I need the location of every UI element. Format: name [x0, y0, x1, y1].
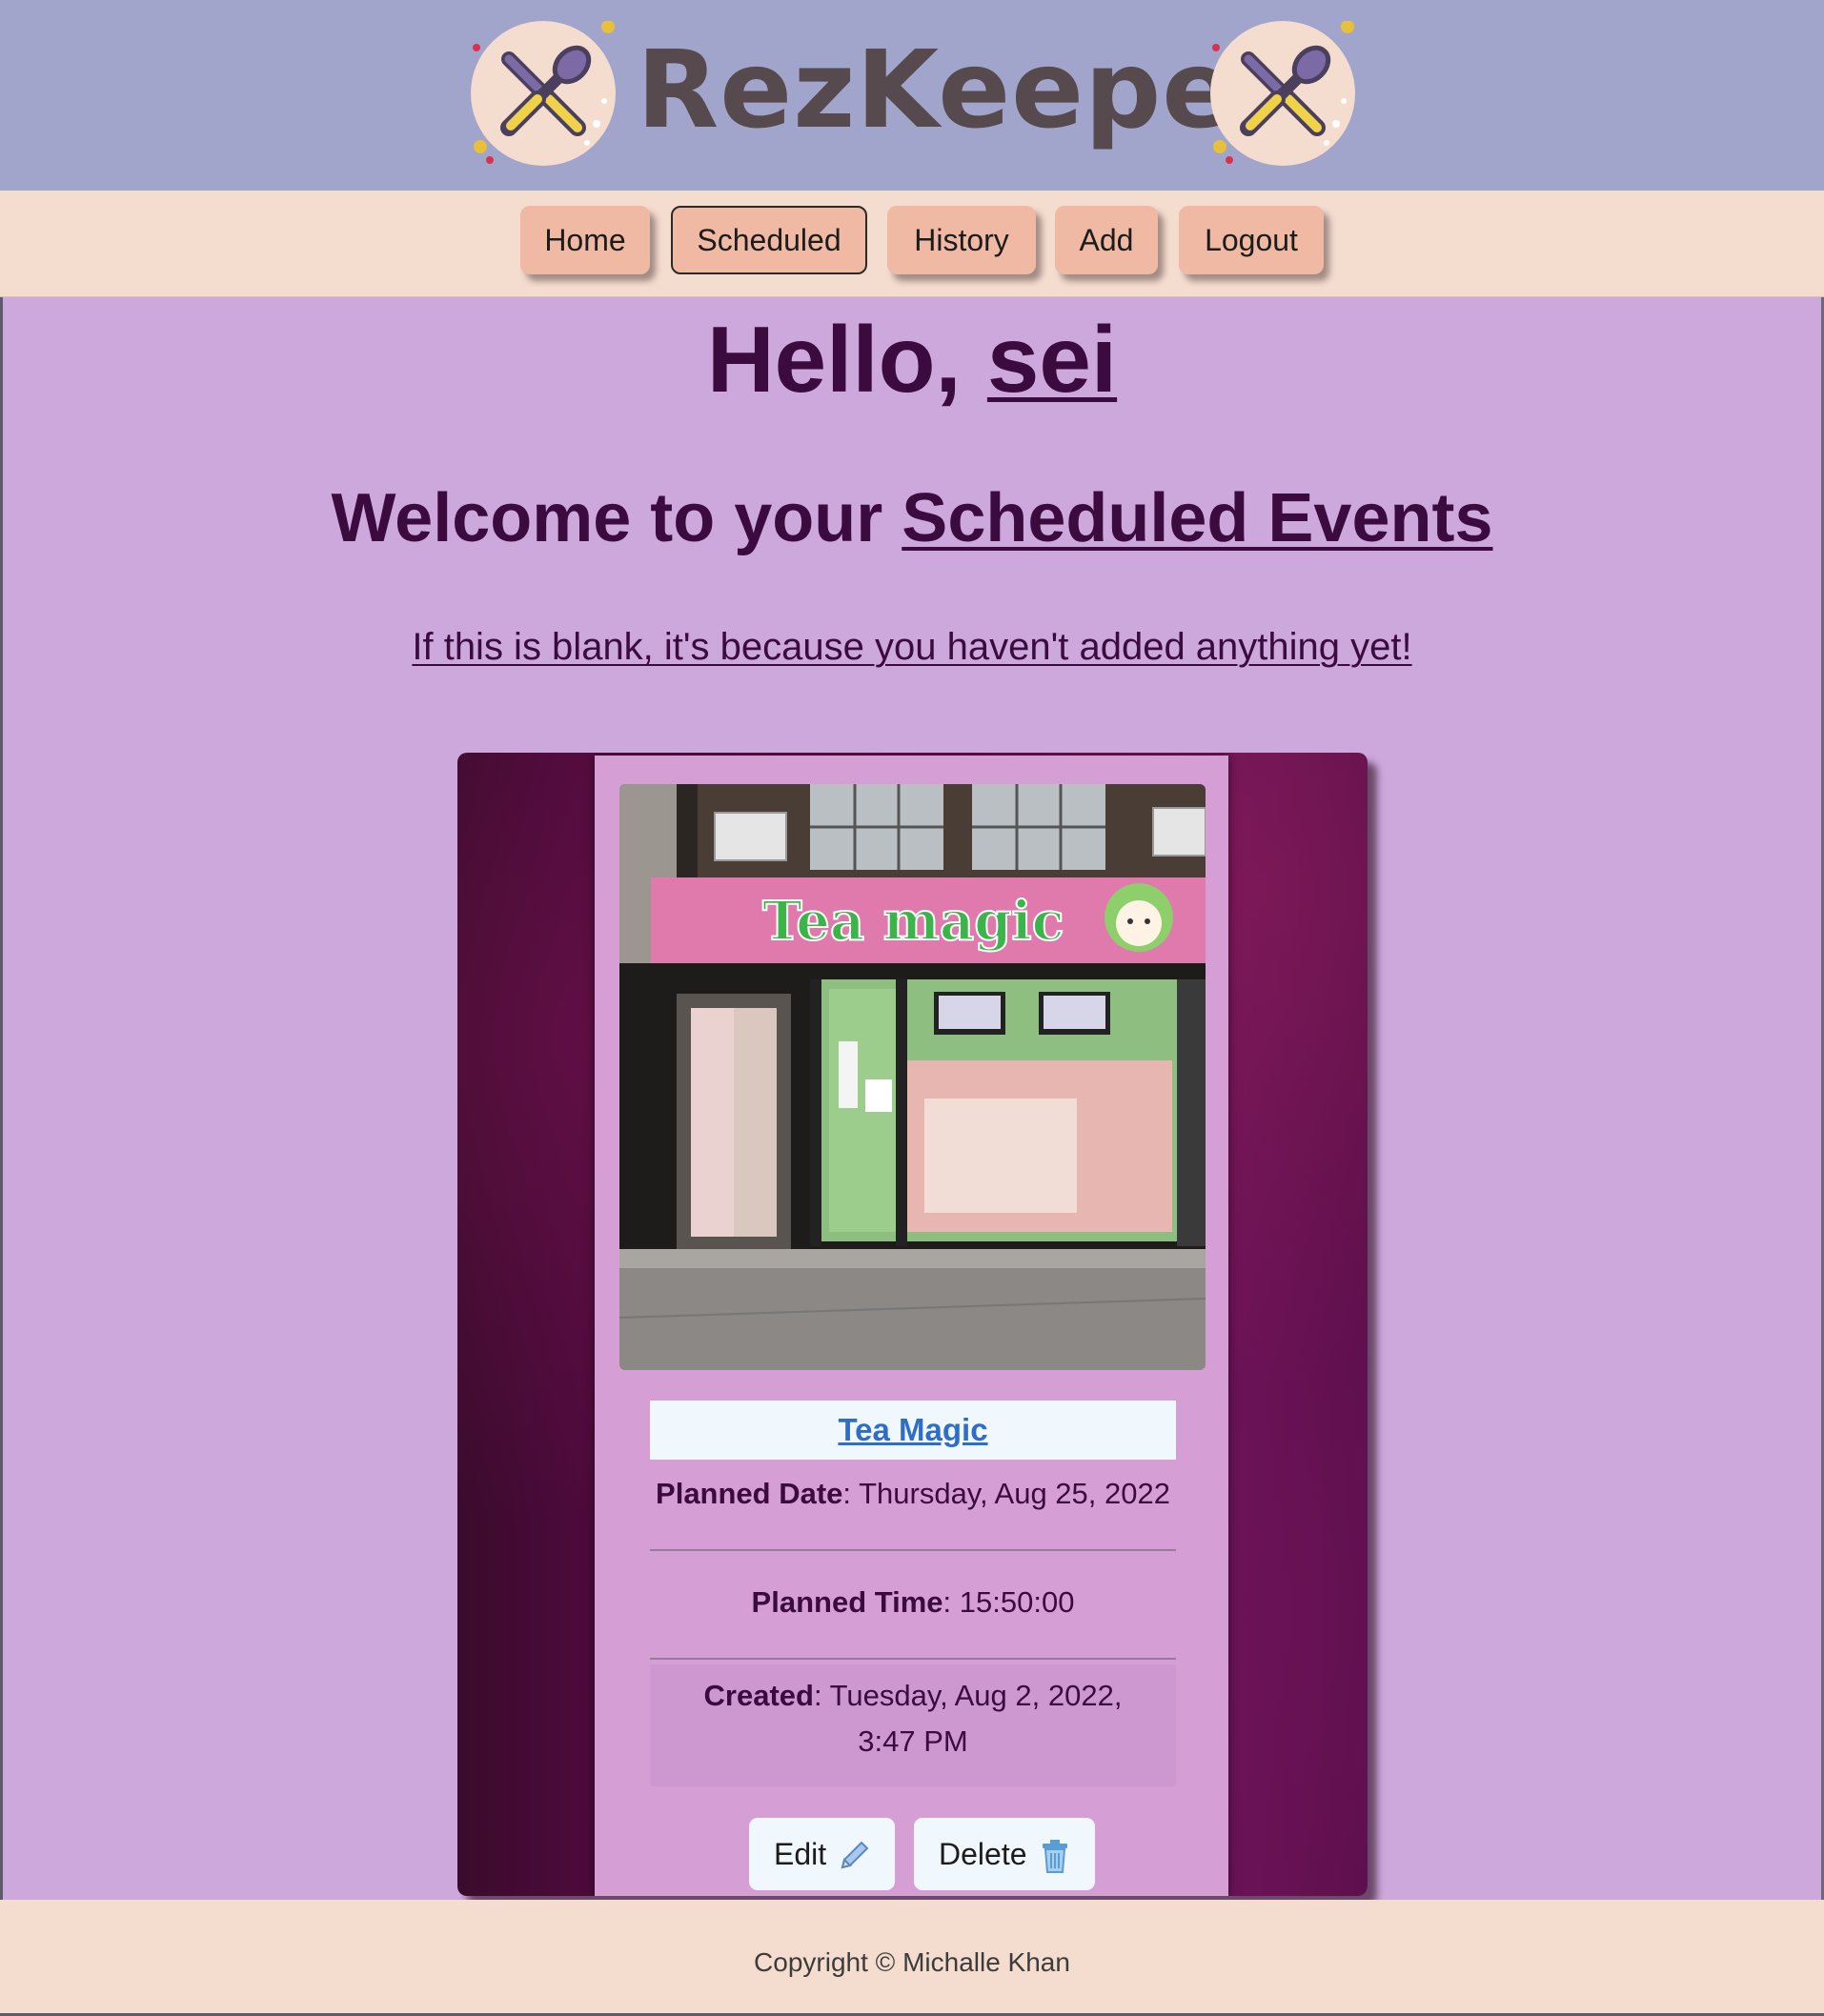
empty-state-note: If this is blank, it's because you haven… [412, 626, 1412, 668]
pencil-icon [841, 1841, 869, 1869]
planned-time-label: Planned Time [751, 1585, 943, 1619]
fork-spoon-icon [471, 21, 616, 166]
greeting-heading: Hello, sei [0, 303, 1824, 415]
event-name-link[interactable]: Tea Magic [838, 1412, 987, 1447]
username-link[interactable]: sei [987, 307, 1117, 412]
planned-date-value: : Thursday, Aug 25, 2022 [842, 1477, 1170, 1510]
welcome-prefix: Welcome to your [331, 480, 883, 556]
event-panel: Tea magic Tea Magic Planned Date: Thursd… [457, 753, 1368, 1896]
greeting-prefix: Hello, [706, 307, 962, 412]
delete-button[interactable]: Delete [914, 1818, 1095, 1890]
section-title: Scheduled Events [902, 480, 1493, 556]
divider [650, 1658, 1176, 1660]
planned-date-label: Planned Date [656, 1477, 843, 1510]
nav-history-button[interactable]: History [887, 206, 1036, 274]
brand-name: RezKeeper [637, 29, 1289, 152]
created-time-value: 3:47 PM [858, 1724, 968, 1758]
created-label: Created [703, 1679, 814, 1712]
created-time-row: 3:47 PM [650, 1719, 1176, 1764]
planned-time-value: : 15:50:00 [942, 1585, 1075, 1619]
nav-add-button[interactable]: Add [1055, 206, 1158, 274]
sign-text: Tea magic [762, 890, 1064, 953]
restaurant-photo: Tea magic [619, 784, 1206, 1370]
planned-time-row: Planned Time: 15:50:00 [650, 1580, 1176, 1625]
copyright-text: Copyright © Michalle Khan [754, 1947, 1070, 1977]
trash-icon [1043, 1840, 1067, 1873]
created-value: : Tuesday, Aug 2, 2022, [813, 1679, 1123, 1712]
site-header: RezKeeper [0, 0, 1824, 191]
planned-date-row: Planned Date: Thursday, Aug 25, 2022 [650, 1471, 1176, 1517]
divider [650, 1549, 1176, 1551]
created-row: Created: Tuesday, Aug 2, 2022, [650, 1673, 1176, 1719]
event-title-bar: Tea Magic [650, 1401, 1176, 1460]
event-card: Tea magic Tea Magic Planned Date: Thursd… [595, 756, 1228, 1896]
edit-button[interactable]: Edit [749, 1818, 895, 1890]
welcome-heading: Welcome to your Scheduled Events [0, 476, 1824, 560]
nav-scheduled-button[interactable]: Scheduled [671, 206, 867, 274]
nav-home-button[interactable]: Home [520, 206, 650, 274]
nav-logout-button[interactable]: Logout [1179, 206, 1324, 274]
fork-spoon-icon [1210, 21, 1355, 166]
edit-label: Edit [774, 1837, 827, 1871]
delete-label: Delete [939, 1837, 1027, 1871]
